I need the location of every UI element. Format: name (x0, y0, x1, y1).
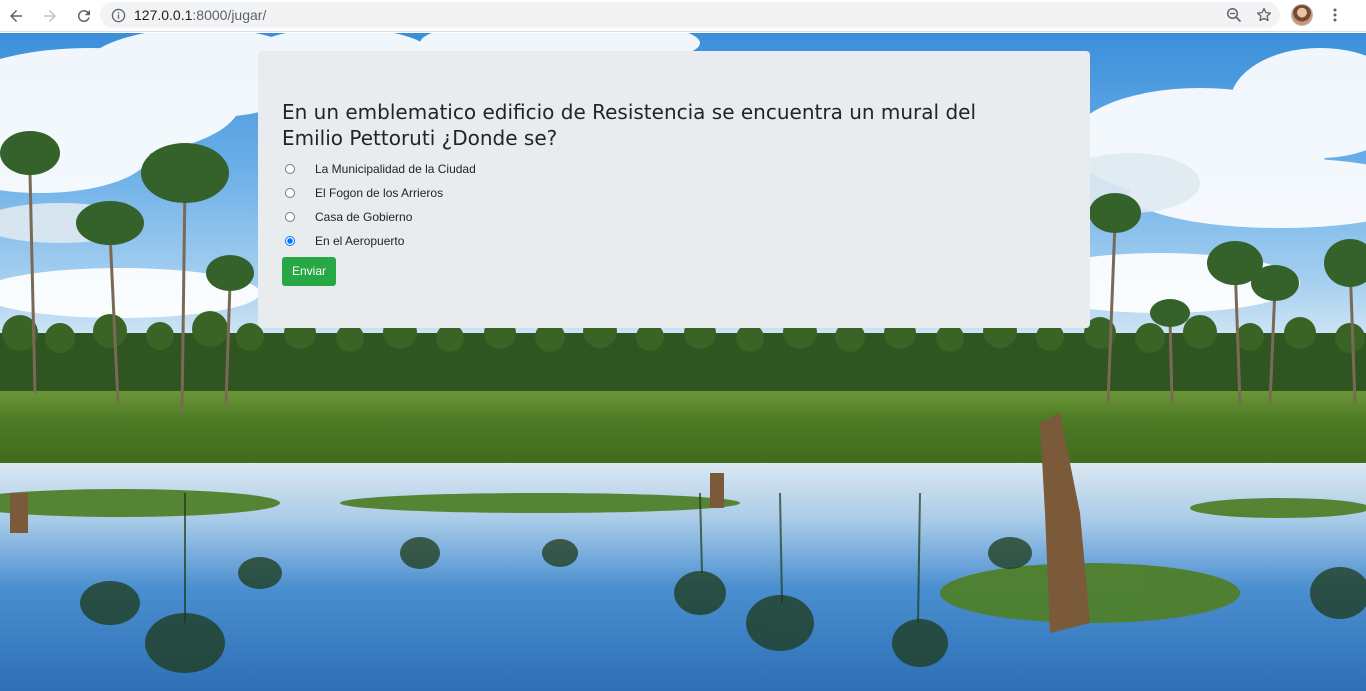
answer-options: La Municipalidad de la Ciudad El Fogon d… (282, 157, 1066, 253)
browser-menu-button[interactable] (1326, 6, 1344, 24)
quiz-card: En un emblematico edificio de Resistenci… (258, 51, 1090, 328)
browser-toolbar: 127.0.0.1:8000/jugar/ (0, 0, 1366, 32)
url-host: 127.0.0.1 (134, 7, 193, 23)
forward-button[interactable] (38, 4, 62, 28)
back-arrow-icon (10, 9, 22, 22)
address-bar[interactable]: 127.0.0.1:8000/jugar/ (100, 2, 1280, 28)
option-label: En el Aeropuerto (315, 234, 405, 248)
forward-arrow-icon (44, 9, 56, 22)
more-vert-icon (1333, 8, 1337, 22)
submit-button[interactable]: Enviar (282, 257, 337, 286)
option-label: Casa de Gobierno (315, 210, 413, 224)
option-label: El Fogon de los Arrieros (315, 186, 444, 200)
profile-avatar[interactable] (1291, 4, 1313, 26)
zoom-icon[interactable] (1226, 7, 1242, 23)
option-radio[interactable] (285, 164, 295, 174)
option-fogon[interactable]: El Fogon de los Arrieros (282, 181, 1066, 205)
site-info-icon[interactable] (110, 7, 126, 23)
url-text: 127.0.0.1:8000/jugar/ (134, 7, 266, 23)
option-municipalidad[interactable]: La Municipalidad de la Ciudad (282, 157, 1066, 181)
option-label: La Municipalidad de la Ciudad (315, 162, 476, 176)
question-text: En un emblematico edificio de Resistenci… (282, 100, 977, 150)
option-aeropuerto[interactable]: En el Aeropuerto (282, 229, 1066, 253)
url-path: :8000/jugar/ (192, 7, 267, 23)
bookmark-star-icon[interactable] (1256, 7, 1272, 23)
option-casa-de-gobierno[interactable]: Casa de Gobierno (282, 205, 1066, 229)
option-radio-selected[interactable] (285, 236, 295, 246)
reload-button[interactable] (72, 4, 96, 28)
option-radio[interactable] (285, 188, 295, 198)
page-viewport: En un emblematico edificio de Resistenci… (0, 33, 1366, 691)
option-radio[interactable] (285, 212, 295, 222)
back-button[interactable] (4, 4, 28, 28)
reload-icon (77, 9, 90, 22)
